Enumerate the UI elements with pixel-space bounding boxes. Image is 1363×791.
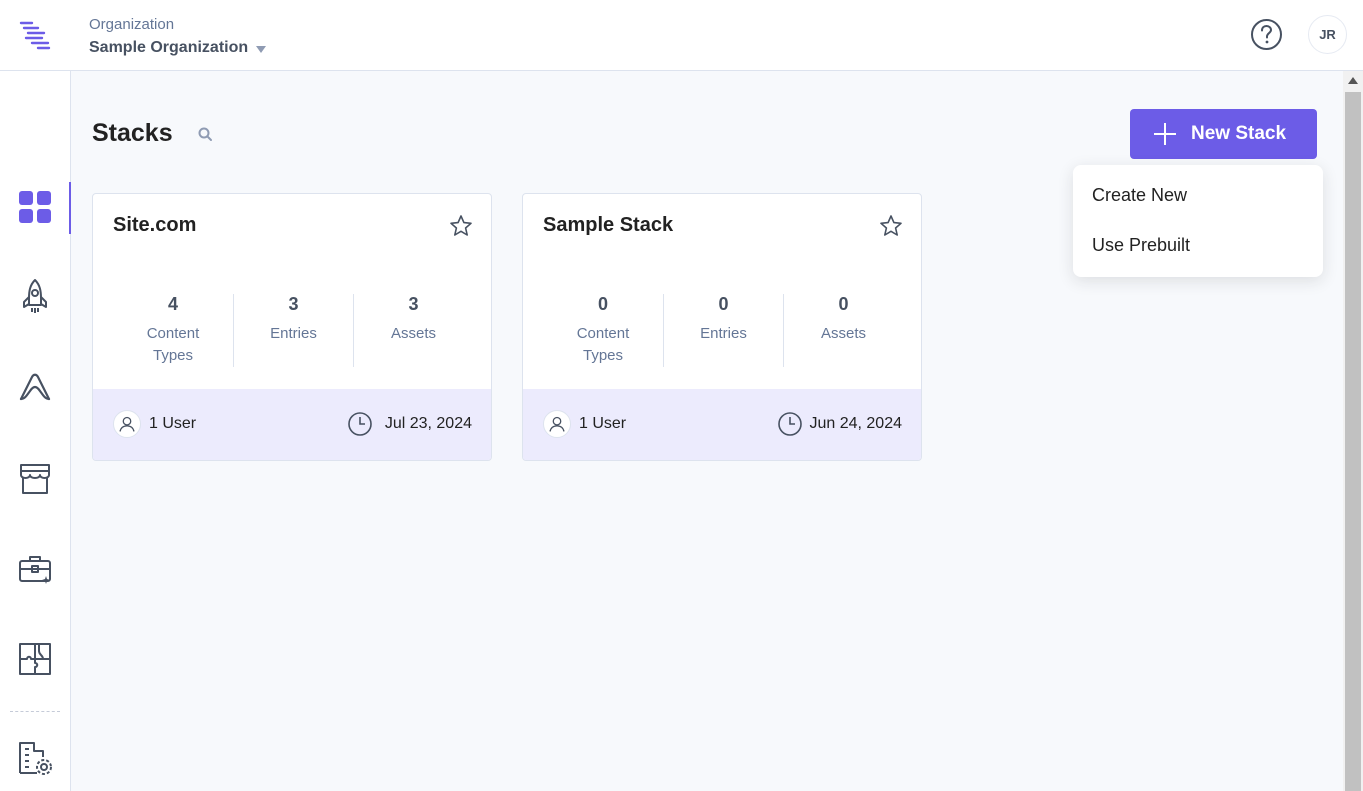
page-title: Stacks [92, 119, 173, 147]
stack-name: Site.com [113, 214, 197, 236]
stack-stats: 0 Content Types 0 Entries 0 Assets [543, 294, 903, 367]
scroll-up-arrow-icon[interactable] [1348, 77, 1358, 84]
stack-date: Jun 24, 2024 [809, 415, 902, 432]
star-icon[interactable] [449, 214, 473, 238]
menu-item-create-new[interactable]: Create New [1092, 185, 1187, 206]
sidebar-divider [10, 711, 60, 712]
stat-content-types: 0 Content Types [543, 294, 663, 367]
stack-card-footer: 1 User Jun 24, 2024 [523, 389, 921, 460]
stack-card-footer: 1 User Jul 23, 2024 [93, 389, 491, 460]
building-settings-icon[interactable] [17, 739, 53, 775]
stat-entries: 0 Entries [663, 294, 783, 367]
user-icon [543, 410, 571, 438]
brand-logo-icon[interactable] [18, 20, 52, 50]
org-dropdown[interactable]: Sample Organization [89, 39, 267, 57]
org-switcher: Organization Sample Organization [89, 16, 267, 57]
stat-label: Assets [820, 325, 866, 342]
stack-stats: 4 Content Types 3 Entries 3 Assets [113, 294, 473, 367]
menu-item-use-prebuilt[interactable]: Use Prebuilt [1092, 235, 1190, 256]
rocket-icon[interactable] [17, 278, 53, 314]
stat-label: Entries [700, 325, 747, 342]
new-stack-button[interactable]: New Stack [1130, 109, 1317, 159]
caret-down-icon [256, 45, 267, 53]
star-icon[interactable] [879, 214, 903, 238]
vertical-scrollbar[interactable] [1343, 71, 1363, 791]
main-content: Stacks New Stack Create New Use Prebuilt… [71, 71, 1343, 791]
stat-entries: 3 Entries [233, 294, 353, 367]
stat-assets: 3 Assets [353, 294, 473, 367]
stack-card[interactable]: Sample Stack 0 Content Types 0 Entries 0… [522, 193, 922, 461]
stat-value: 3 [288, 294, 299, 314]
stat-label: Assets [390, 325, 436, 342]
stat-value: 4 [167, 294, 178, 314]
left-sidebar [0, 71, 71, 791]
stack-name: Sample Stack [543, 214, 674, 236]
stat-label: Content Types [146, 325, 200, 364]
user-avatar[interactable]: JR [1308, 15, 1347, 54]
stack-date: Jul 23, 2024 [384, 415, 472, 432]
question-circle-icon[interactable] [1250, 18, 1283, 51]
stack-users: 1 User [149, 415, 197, 432]
stat-value: 0 [838, 294, 849, 314]
clock-icon [348, 412, 372, 436]
stat-value: 3 [408, 294, 419, 314]
user-icon [113, 410, 141, 438]
stat-value: 0 [597, 294, 608, 314]
scroll-thumb[interactable] [1345, 92, 1361, 791]
puzzle-icon[interactable] [17, 641, 53, 677]
stat-label: Content Types [576, 325, 630, 364]
automate-icon[interactable] [17, 369, 53, 405]
top-header: Organization Sample Organization JR [0, 0, 1363, 71]
stack-users: 1 User [579, 415, 627, 432]
plus-icon [1154, 123, 1176, 145]
clock-icon [778, 412, 802, 436]
stat-assets: 0 Assets [783, 294, 903, 367]
stat-label: Entries [270, 325, 317, 342]
store-icon[interactable] [17, 461, 53, 497]
org-name: Sample Organization [89, 39, 249, 56]
new-stack-dropdown: Create New Use Prebuilt [1073, 165, 1323, 277]
toolbox-icon[interactable] [17, 551, 53, 587]
stat-value: 0 [718, 294, 729, 314]
new-stack-label: New Stack [1191, 123, 1287, 144]
stat-content-types: 4 Content Types [113, 294, 233, 367]
search-icon[interactable] [197, 126, 213, 142]
org-label: Organization [89, 16, 175, 33]
stack-card[interactable]: Site.com 4 Content Types 3 Entries 3 Ass… [92, 193, 492, 461]
grid-icon[interactable] [17, 189, 53, 225]
